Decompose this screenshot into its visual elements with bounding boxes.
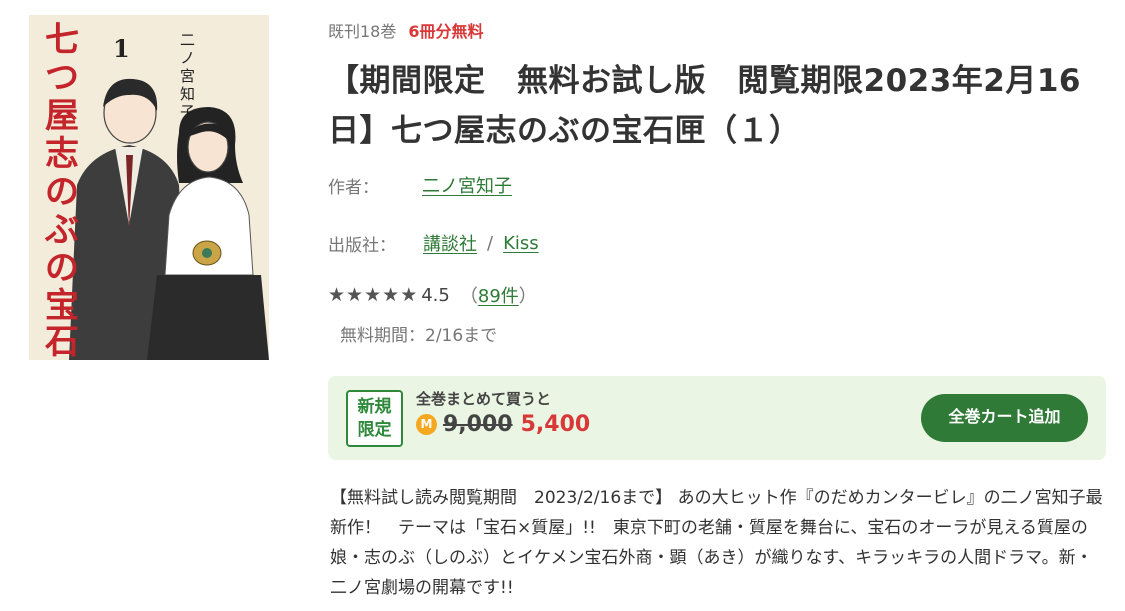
rating-row: ★ ★ ★ ★ ★ 4.5 （ 89件 ） bbox=[328, 282, 537, 308]
bundle-offer: 新規 限定 全巻まとめて買うと M 9,000 5,400 全巻カート追加 bbox=[328, 376, 1106, 460]
coin-icon: M bbox=[416, 414, 437, 435]
label-link[interactable]: Kiss bbox=[503, 233, 539, 254]
author-label: 作者： bbox=[328, 177, 379, 198]
publisher-label: 出版社： bbox=[328, 235, 396, 256]
rating-value: 4.5 bbox=[421, 284, 450, 306]
author-row: 作者： 二ノ宮知子 bbox=[328, 172, 512, 198]
book-cover-illustration: 七 つ 屋 志 の ぶ の 宝 石 1 二 ノ 宮 知 子 bbox=[29, 15, 269, 360]
publisher-row: 出版社： 講談社 / Kiss bbox=[328, 230, 539, 256]
star-icon: ★ bbox=[346, 283, 364, 306]
svg-text:の: の bbox=[45, 248, 79, 288]
rating-stars: ★ ★ ★ ★ ★ bbox=[328, 283, 418, 306]
bundle-caption: 全巻まとめて買うと bbox=[416, 390, 552, 408]
free-period: 無料期間：2/16まで bbox=[340, 326, 498, 346]
volumes-count: 既刊18巻 bbox=[328, 22, 397, 41]
volume-meta: 既刊18巻 6冊分無料 bbox=[328, 18, 484, 42]
original-price: 9,000 bbox=[443, 412, 513, 437]
svg-text:宮: 宮 bbox=[180, 67, 195, 85]
publisher-separator: / bbox=[487, 232, 494, 254]
cover-author: 二 ノ 宮 知 子 bbox=[180, 31, 195, 121]
svg-text:つ: つ bbox=[45, 58, 79, 98]
cover-title: 七 つ 屋 志 の ぶ の 宝 石 bbox=[44, 20, 79, 360]
author-link[interactable]: 二ノ宮知子 bbox=[422, 172, 512, 198]
star-icon: ★ bbox=[382, 283, 400, 306]
free-volumes-badge: 6冊分無料 bbox=[408, 22, 484, 41]
svg-text:子: 子 bbox=[180, 103, 195, 121]
discounted-price: 5,400 bbox=[520, 412, 591, 437]
star-icon: ★ bbox=[400, 283, 418, 306]
badge-line-1: 新規 bbox=[357, 397, 392, 417]
svg-text:志: 志 bbox=[45, 134, 79, 174]
badge-line-2: 限定 bbox=[357, 420, 392, 440]
review-paren-close: ） bbox=[518, 286, 537, 307]
svg-text:ノ: ノ bbox=[180, 49, 195, 67]
new-limited-badge: 新規 限定 bbox=[346, 390, 403, 447]
svg-text:石: 石 bbox=[44, 322, 79, 360]
svg-text:ぶ: ぶ bbox=[44, 210, 79, 250]
bundle-prices: M 9,000 5,400 bbox=[416, 412, 590, 437]
svg-text:七: 七 bbox=[45, 20, 79, 60]
add-all-to-cart-button[interactable]: 全巻カート追加 bbox=[921, 394, 1088, 442]
book-cover[interactable]: 七 つ 屋 志 の ぶ の 宝 石 1 二 ノ 宮 知 子 bbox=[29, 15, 269, 360]
svg-text:知: 知 bbox=[180, 85, 195, 103]
svg-text:の: の bbox=[45, 172, 79, 212]
star-icon: ★ bbox=[328, 283, 346, 306]
svg-text:屋: 屋 bbox=[45, 96, 79, 136]
book-title: 【期間限定 無料お試し版 閲覧期限2023年2月16日】七つ屋志のぶの宝石匣（１… bbox=[328, 63, 1081, 149]
cover-volume-number: 1 bbox=[113, 34, 130, 63]
book-description: 【無料試し読み閲覧期間 2023/2/16まで】 あの大ヒット作『のだめカンター… bbox=[330, 488, 1103, 598]
publisher-link[interactable]: 講談社 bbox=[423, 230, 477, 256]
review-count-link[interactable]: 89件 bbox=[478, 282, 519, 308]
svg-text:二: 二 bbox=[180, 31, 195, 49]
review-paren-open: （ bbox=[459, 286, 478, 307]
svg-text:宝: 宝 bbox=[45, 286, 79, 326]
star-icon: ★ bbox=[364, 283, 382, 306]
